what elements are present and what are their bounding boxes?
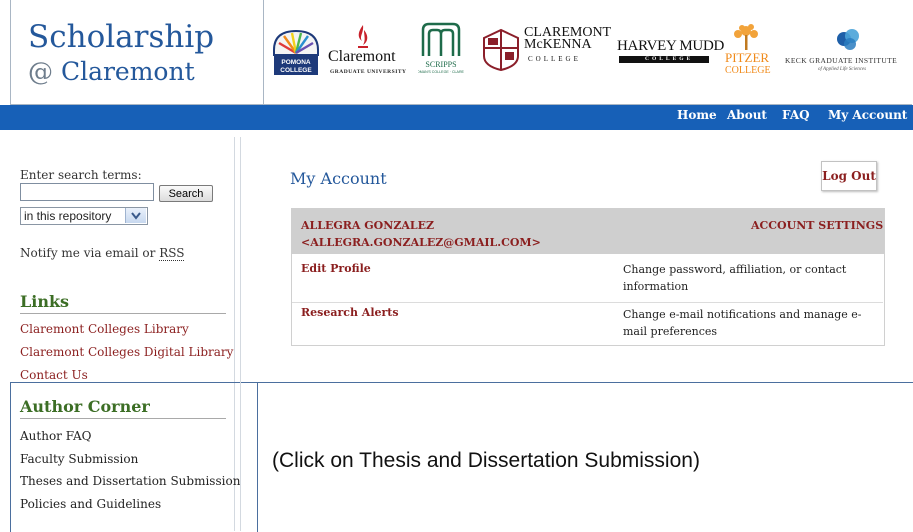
nav-bar: Home About FAQ My Account: [0, 105, 913, 130]
author-corner-heading: Author Corner: [20, 397, 150, 416]
logout-button[interactable]: Log Out: [821, 161, 877, 191]
cmc-logo-sub: COLLEGE: [528, 55, 581, 63]
account-row-divider: [292, 302, 883, 303]
page-title: My Account: [290, 169, 387, 188]
site-title[interactable]: Scholarship: [28, 20, 214, 54]
account-user-name: ALLEGRA GONZALEZ: [301, 219, 435, 232]
account-table-header: ALLEGRA GONZALEZ <ALLEGRA.GONZALEZ@GMAIL…: [291, 208, 884, 254]
account-user-email: <ALLEGRA.GONZALEZ@GMAIL.COM>: [301, 236, 541, 249]
sidebar-link-digital-library[interactable]: Claremont Colleges Digital Library: [20, 345, 233, 359]
site-subtitle[interactable]: @ Claremont: [28, 58, 195, 86]
search-button[interactable]: Search: [159, 185, 213, 202]
search-input[interactable]: [20, 183, 154, 201]
kgi-logo-sub: of Applied Life Sciences: [818, 67, 867, 72]
harvey-mudd-sub: COLLEGE: [645, 56, 694, 62]
sidebar-link-library[interactable]: Claremont Colleges Library: [20, 322, 189, 336]
kgi-logo-icon[interactable]: [835, 26, 861, 52]
site-title-claremont: Claremont: [60, 57, 195, 86]
sidebar-link-author-faq[interactable]: Author FAQ: [20, 429, 92, 443]
sidebar-link-theses-dissertation-submission[interactable]: Theses and Dissertation Submission: [20, 474, 240, 488]
rss-link[interactable]: RSS: [159, 246, 185, 261]
cmc-logo-icon[interactable]: [480, 26, 522, 72]
pitzer-logo-icon[interactable]: PITZER COLLEGE: [725, 51, 771, 76]
notify-text: Notify me via email or: [20, 246, 160, 260]
chevron-down-icon[interactable]: [125, 208, 146, 223]
svg-text:COLLEGE: COLLEGE: [280, 67, 312, 74]
svg-text:POMONA: POMONA: [281, 59, 311, 66]
svg-text:SCRIPPS: SCRIPPS: [425, 60, 456, 69]
cmc-logo-text: CLAREMONT McKENNA: [524, 25, 612, 52]
svg-text:THE WOMAN'S COLLEGE · CLAREMON: THE WOMAN'S COLLEGE · CLAREMONT ·: [418, 70, 464, 74]
nav-faq-link[interactable]: FAQ: [782, 108, 810, 122]
research-alerts-link[interactable]: Research Alerts: [301, 306, 399, 319]
edit-profile-desc: Change password, affiliation, or contact…: [623, 263, 847, 293]
author-corner-divider: [20, 418, 226, 419]
site-title-at: @: [28, 57, 53, 86]
nav-my-account-link[interactable]: My Account: [828, 108, 907, 122]
nav-home-link[interactable]: Home: [677, 108, 717, 122]
sidebar-link-faculty-submission[interactable]: Faculty Submission: [20, 452, 138, 466]
account-settings-link[interactable]: ACCOUNT SETTINGS: [751, 219, 883, 232]
search-scope-value: in this repository: [24, 209, 112, 223]
notify-line: Notify me via email or RSS: [20, 246, 185, 261]
links-divider: [20, 313, 226, 314]
scripps-logo-icon[interactable]: SCRIPPS THE WOMAN'S COLLEGE · CLAREMONT …: [405, 22, 477, 74]
edit-profile-link[interactable]: Edit Profile: [301, 262, 371, 275]
sidebar-link-contact-us[interactable]: Contact Us: [20, 368, 88, 382]
harvey-mudd-logo-icon[interactable]: HARVEY MUDD: [617, 38, 724, 55]
pitzer-tree-icon: [728, 22, 764, 52]
cgu-logo-icon[interactable]: Claremont: [328, 48, 396, 66]
nav-about-link[interactable]: About: [727, 108, 767, 122]
pomona-college-logo-icon[interactable]: POMONA COLLEGE: [271, 28, 321, 76]
cgu-flame-icon: [355, 24, 371, 50]
research-alerts-desc: Change e-mail notifications and manage e…: [623, 308, 862, 338]
links-heading: Links: [20, 292, 70, 311]
sidebar-link-policies-guidelines[interactable]: Policies and Guidelines: [20, 497, 161, 511]
cgu-logo-sub: GRADUATE UNIVERSITY: [330, 69, 407, 75]
search-label: Enter search terms:: [20, 168, 142, 182]
kgi-logo-text: KECK GRADUATE INSTITUTE: [785, 56, 898, 65]
